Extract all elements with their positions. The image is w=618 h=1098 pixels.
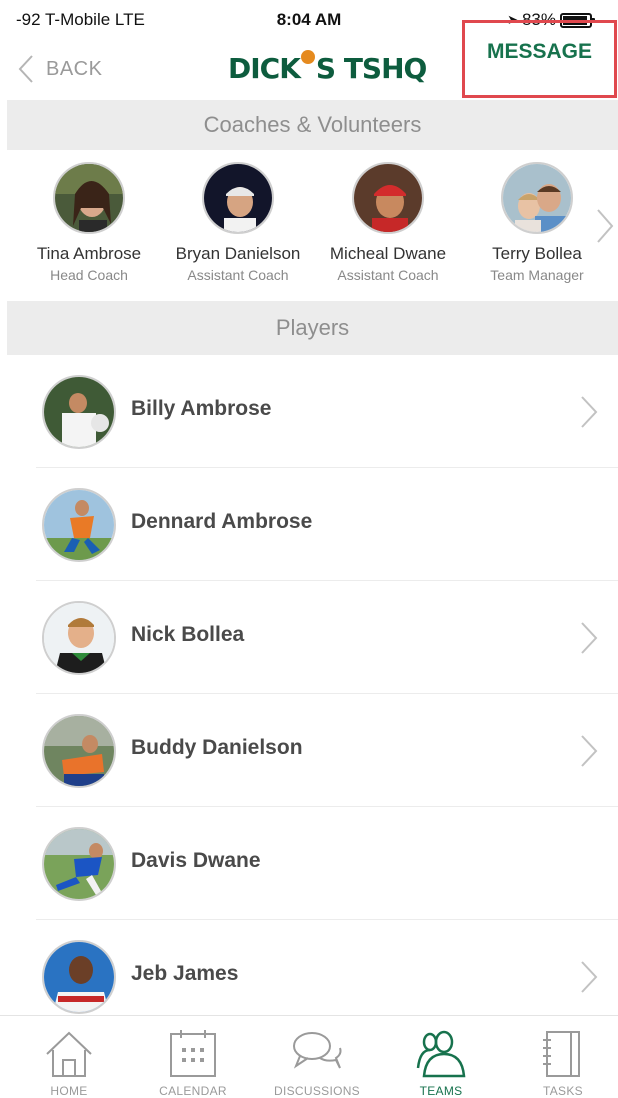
chevron-right-icon [581, 622, 598, 654]
discussions-icon [293, 1032, 342, 1069]
message-button[interactable]: MESSAGE [462, 20, 617, 98]
coach-role: Head Coach [50, 267, 128, 283]
coach-name: Tina Ambrose [36, 244, 142, 263]
tab-discussions[interactable]: DISCUSSIONS [255, 1016, 379, 1098]
coach-name: Terry Bollea [492, 244, 582, 263]
list-item-player[interactable]: Dennard Ambrose [0, 468, 618, 581]
player-name: Nick Bollea [131, 623, 245, 646]
player-name: Jeb James [131, 962, 239, 985]
coach-role: Assistant Coach [187, 267, 289, 283]
players-list: Billy Ambrose Dennard Ambrose Nick Bolle… [0, 355, 618, 1015]
coach-role: Assistant Coach [337, 267, 439, 283]
list-item-player[interactable]: Davis Dwane [0, 807, 618, 920]
calendar-icon [170, 1030, 216, 1077]
chevron-right-icon[interactable] [596, 208, 614, 244]
tab-label: CALENDAR [159, 1084, 227, 1098]
chevron-left-icon [18, 55, 33, 83]
tab-home[interactable]: HOME [7, 1016, 131, 1098]
avatar [352, 162, 424, 234]
avatar [53, 162, 125, 234]
avatar [202, 162, 274, 234]
list-item-player[interactable]: Billy Ambrose [0, 355, 618, 468]
coach-name: Micheal Dwane [329, 244, 447, 263]
coach-card[interactable]: Bryan Danielson Assistant Coach [163, 162, 313, 283]
tasks-icon [543, 1031, 580, 1077]
coaches-carousel[interactable]: Tina Ambrose Head Coach Bryan Danielson … [0, 150, 618, 301]
avatar [42, 488, 116, 562]
tab-label: DISCUSSIONS [274, 1084, 360, 1098]
player-name: Billy Ambrose [131, 397, 272, 420]
back-button[interactable]: BACK [18, 52, 102, 86]
coach-card[interactable]: Terry Bollea Team Manager [462, 162, 612, 283]
tab-label: TEAMS [419, 1084, 463, 1098]
coach-card[interactable]: Tina Ambrose Head Coach [14, 162, 164, 283]
chevron-right-icon [581, 735, 598, 767]
avatar [42, 601, 116, 675]
chevron-right-icon [581, 396, 598, 428]
player-name: Buddy Danielson [131, 736, 303, 759]
avatar [501, 162, 573, 234]
player-name: Davis Dwane [131, 849, 261, 872]
tab-tasks[interactable]: TASKS [501, 1016, 618, 1098]
list-item-player[interactable]: Buddy Danielson [0, 694, 618, 807]
avatar [42, 375, 116, 449]
avatar [42, 714, 116, 788]
tab-teams[interactable]: TEAMS [379, 1016, 503, 1098]
tab-label: HOME [50, 1084, 88, 1098]
coach-card[interactable]: Micheal Dwane Assistant Coach [313, 162, 463, 283]
home-icon [46, 1031, 92, 1077]
avatar [42, 827, 116, 901]
back-label: BACK [46, 57, 103, 80]
tab-label: TASKS [543, 1084, 583, 1098]
section-header-coaches: Coaches & Volunteers [7, 100, 618, 150]
section-header-players: Players [7, 301, 618, 355]
coach-name: Bryan Danielson [175, 244, 301, 263]
tab-bar: HOME CALENDAR DISCUSSIONS TEAMS TASKS [0, 1015, 618, 1098]
chevron-right-icon [581, 961, 598, 993]
teams-icon [416, 1030, 466, 1078]
coach-role: Team Manager [490, 267, 584, 283]
avatar [42, 940, 116, 1014]
message-label: MESSAGE [486, 40, 593, 63]
tab-calendar[interactable]: CALENDAR [131, 1016, 255, 1098]
player-name: Dennard Ambrose [131, 510, 313, 533]
dicks-tshq-logo: DICK S TSHQ [228, 50, 427, 85]
list-item-player[interactable]: Nick Bollea [0, 581, 618, 694]
list-item-player[interactable]: Jeb James [0, 920, 618, 1015]
